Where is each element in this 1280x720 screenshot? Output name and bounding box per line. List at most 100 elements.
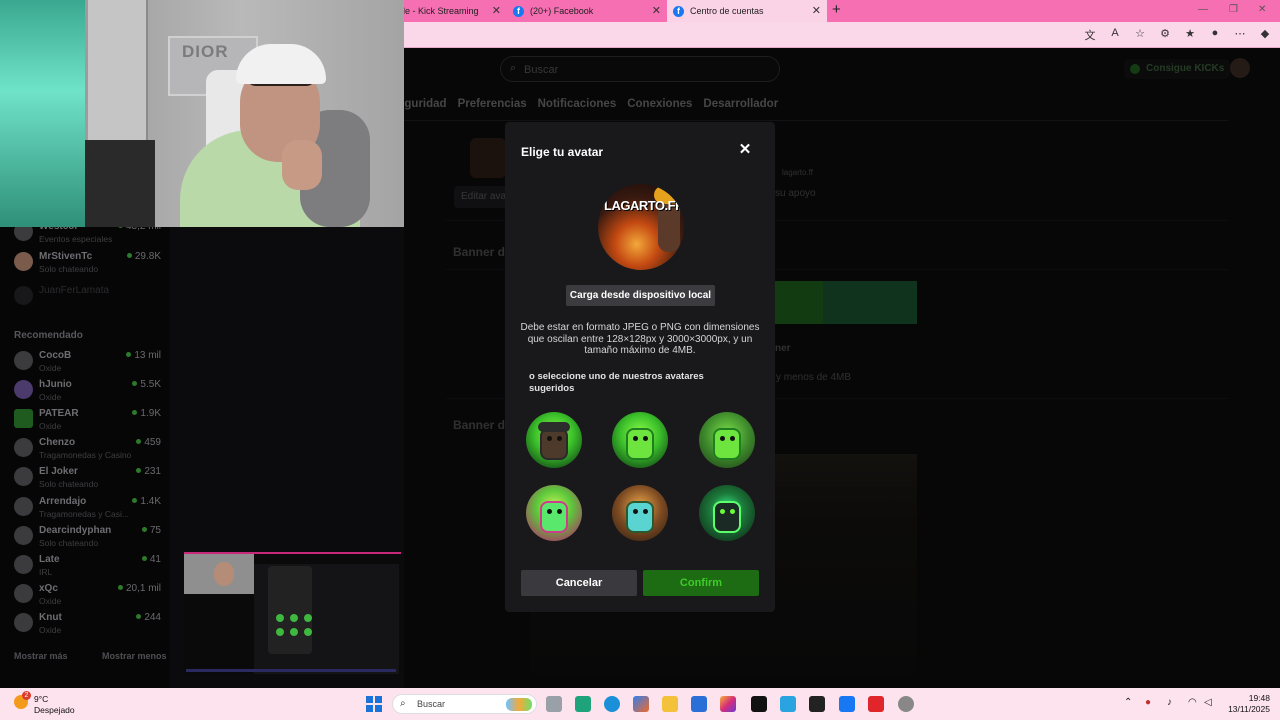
new-tab-button[interactable]: + <box>832 1 841 18</box>
wifi-icon[interactable]: ◠ <box>1188 697 1197 708</box>
minimize-button[interactable]: — <box>1198 4 1208 15</box>
instagram-icon[interactable] <box>720 696 736 712</box>
weather-temp: 9°C <box>34 694 49 704</box>
taskbar-search[interactable]: ⌕ Buscar <box>392 694 537 714</box>
tab-close-icon[interactable]: ✕ <box>812 4 821 17</box>
sidebar-item-mrstiventc[interactable]: MrStivenTc Solo chateando 29.8K <box>14 250 164 276</box>
edge-icon[interactable] <box>604 696 620 712</box>
office-icon[interactable] <box>633 696 649 712</box>
avatar <box>14 286 33 305</box>
channel-category: Oxide <box>39 392 62 402</box>
maximize-button[interactable]: ❐ <box>1229 4 1238 15</box>
chrome-icon[interactable] <box>898 696 914 712</box>
sidebar-item-chenzo[interactable]: Chenzo Tragamonedas y Casino 459 <box>14 436 164 462</box>
start-button[interactable] <box>366 696 382 712</box>
rgb-pc-case <box>0 0 85 227</box>
show-less-link[interactable]: Mostrar menos <box>102 651 167 661</box>
channel-category: Oxide <box>39 596 62 606</box>
avatar <box>14 351 33 370</box>
task-view-icon[interactable] <box>546 696 562 712</box>
upload-from-device-button[interactable]: Carga desde dispositivo local <box>566 285 715 306</box>
tab-close-icon[interactable]: ✕ <box>492 4 501 17</box>
favorite-icon[interactable]: ☆ <box>1133 27 1147 43</box>
sidebar-item-juanferlamata[interactable]: JuanFerLamata <box>14 284 164 310</box>
read-aloud-icon[interactable]: A <box>1108 27 1122 43</box>
favorites-icon[interactable]: ★ <box>1183 27 1197 43</box>
stream-preview-thumbnail <box>184 552 401 674</box>
copilot-app-icon[interactable] <box>575 696 591 712</box>
avatar-text: LAGARTO.FF <box>604 198 683 213</box>
file-explorer-icon[interactable] <box>662 696 678 712</box>
windows-taskbar: 2 9°C Despejado ⌕ Buscar ⌃ ● ♪ ◠ ◁ 19:48… <box>0 688 1280 720</box>
star-app-icon[interactable] <box>780 696 796 712</box>
sidebar: Westcol Eventos especiales 43,2 mil MrSt… <box>0 180 170 688</box>
tab-close-icon[interactable]: ✕ <box>652 4 661 17</box>
sidebar-item-dearcindyphan[interactable]: Dearcindyphan Solo chateando 75 <box>14 524 164 550</box>
suggested-avatar-3[interactable] <box>699 412 755 468</box>
channel-category: Tragamonedas y Casino <box>39 450 132 460</box>
viewer-count: 13 mil <box>126 350 161 361</box>
sidebar-item-late[interactable]: Late IRL 41 <box>14 553 164 579</box>
channel-category: Tragamonedas y Casi... <box>39 509 129 519</box>
facebook-icon[interactable] <box>839 696 855 712</box>
sidebar-item-el-joker[interactable]: El Joker Solo chateando 231 <box>14 465 164 491</box>
viewer-count: 29.8K <box>126 251 161 262</box>
amazon-icon[interactable] <box>809 696 825 712</box>
weather-condition: Despejado <box>34 705 75 715</box>
kick-logo-icon <box>14 409 33 428</box>
app-tray-icon[interactable]: ● <box>1145 697 1151 708</box>
youtube-icon[interactable] <box>868 696 884 712</box>
copilot-icon[interactable]: ◆ <box>1258 27 1272 43</box>
tab-centro-de-cuentas[interactable]: f Centro de cuentas ✕ <box>667 0 827 22</box>
viewer-count: 231 <box>136 466 161 477</box>
chevron-up-icon[interactable]: ⌃ <box>1124 697 1132 708</box>
profile-icon[interactable]: ● <box>1208 27 1222 43</box>
sidebar-item-cocob[interactable]: CocoB Oxide 13 mil <box>14 349 164 375</box>
sidebar-item-knut[interactable]: Knut Oxide 244 <box>14 611 164 637</box>
suggested-avatar-5[interactable] <box>612 485 668 541</box>
channel-name: xQc <box>39 583 58 594</box>
channel-category: Oxide <box>39 421 62 431</box>
search-icon: ⌕ <box>400 698 406 709</box>
cancel-button[interactable]: Cancelar <box>521 570 637 596</box>
suggested-avatar-1[interactable] <box>526 412 582 468</box>
confirm-button[interactable]: Confirm <box>643 570 759 596</box>
channel-name: El Joker <box>39 466 78 477</box>
avatar <box>14 438 33 457</box>
channel-name: JuanFerLamata <box>39 285 110 296</box>
channel-category: Eventos especiales <box>39 234 113 244</box>
tab-label: Centro de cuentas <box>690 6 764 16</box>
channel-category: IRL <box>39 567 53 577</box>
upload-requirements: Debe estar en formato JPEG o PNG con dim… <box>520 322 760 356</box>
sidebar-item-hjunio[interactable]: hJunio Oxide 5.5K <box>14 378 164 404</box>
channel-category: Oxide <box>39 625 62 635</box>
suggested-avatar-2[interactable] <box>612 412 668 468</box>
window-close-button[interactable]: ✕ <box>1258 4 1266 15</box>
microphone-icon[interactable]: ♪ <box>1167 697 1172 708</box>
store-icon[interactable] <box>691 696 707 712</box>
facebook-icon: f <box>673 5 684 17</box>
sidebar-item-xqc[interactable]: xQc Oxide 20,1 mil <box>14 582 164 608</box>
viewer-count: 5.5K <box>132 379 161 390</box>
tab-kick-streaming[interactable]: le - Kick Streaming ✕ <box>397 0 507 22</box>
sidebar-item-patear[interactable]: PATEAR Oxide 1.9K <box>14 407 164 433</box>
tab-facebook[interactable]: f (20+) Facebook ✕ <box>507 0 667 22</box>
current-avatar: LAGARTO.FF <box>598 184 684 270</box>
translate-icon[interactable]: 文 <box>1083 27 1097 43</box>
sidebar-item-arrendajo[interactable]: Arrendajo Tragamonedas y Casi... 1.4K <box>14 495 164 521</box>
show-more-link[interactable]: Mostrar más <box>14 651 68 661</box>
choose-avatar-dialog: Elige tu avatar ✕ LAGARTO.FF Carga desde… <box>505 122 775 612</box>
extensions-icon[interactable]: ⚙ <box>1158 27 1172 43</box>
viewer-count: 75 <box>141 525 161 536</box>
system-clock[interactable]: 19:48 13/11/2025 <box>1226 693 1270 715</box>
netflix-icon[interactable] <box>751 696 767 712</box>
suggested-avatar-4[interactable] <box>526 485 582 541</box>
volume-icon[interactable]: ◁ <box>1204 697 1212 708</box>
viewer-count: 1.9K <box>132 408 161 419</box>
channel-category: Solo chateando <box>39 538 99 548</box>
poster-text: DIOR <box>182 42 229 61</box>
suggested-avatar-6[interactable] <box>699 485 755 541</box>
viewer-count: 41 <box>141 554 161 565</box>
close-icon[interactable]: ✕ <box>737 142 753 158</box>
more-icon[interactable]: ⋯ <box>1233 27 1247 43</box>
